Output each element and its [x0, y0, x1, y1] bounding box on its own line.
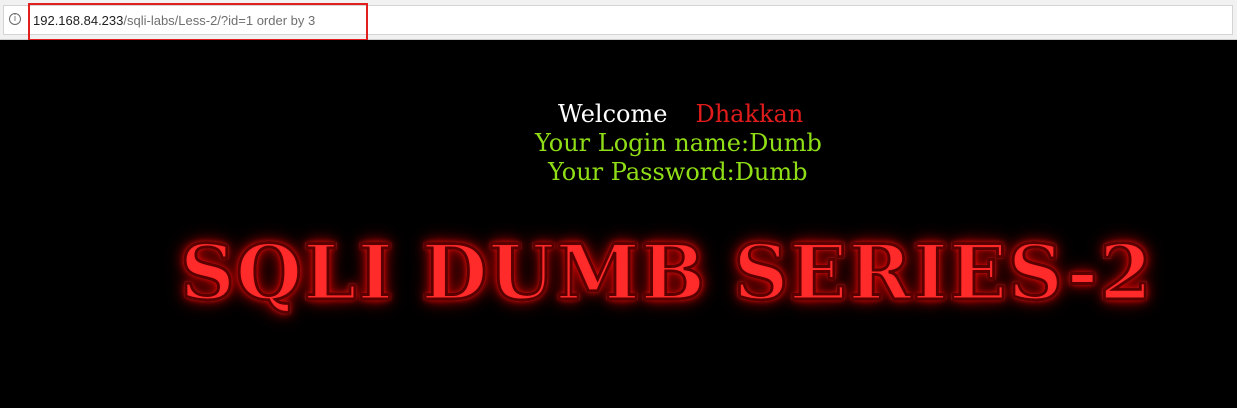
page-content: Welcome Dhakkan Your Login name:Dumb Your… [0, 40, 1237, 408]
welcome-name: Dhakkan [695, 100, 804, 128]
welcome-label: Welcome [558, 100, 668, 128]
url-text[interactable]: 192.168.84.233/sqli-labs/Less-2/?id=1 or… [33, 13, 315, 29]
password-text: Your Password:Dumb [548, 158, 808, 186]
url-path: /sqli-labs/Less-2/?id=1 order by 3 [123, 13, 316, 28]
series-title-image: SQLI DUMB SERIES-2 [178, 228, 1154, 317]
url-host: 192.168.84.233 [33, 13, 124, 28]
info-icon[interactable]: i [9, 13, 21, 25]
login-name-text: Your Login name:Dumb [535, 129, 822, 157]
browser-address-bar: i 192.168.84.233/sqli-labs/Less-2/?id=1 … [0, 0, 1237, 41]
welcome-line: Welcome Dhakkan [558, 100, 803, 128]
